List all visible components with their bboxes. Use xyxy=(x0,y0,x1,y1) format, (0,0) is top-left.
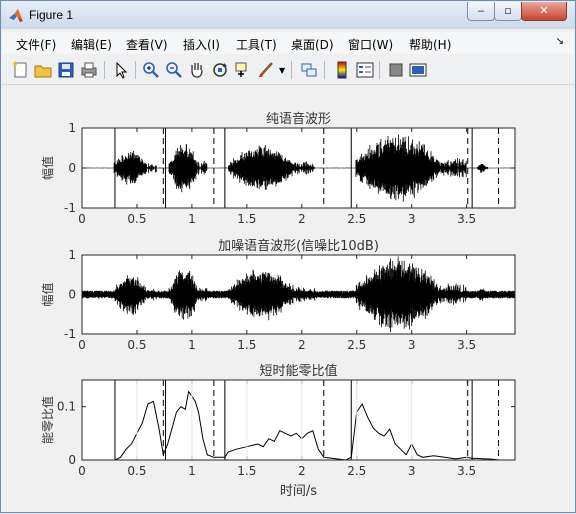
data-cursor-icon[interactable] xyxy=(233,60,253,80)
y-axis-label: 幅值 xyxy=(40,282,55,306)
new-figure-icon[interactable] xyxy=(11,60,31,80)
toolbar-separator xyxy=(135,61,136,79)
x-tick-label: 0.5 xyxy=(127,464,146,478)
close-button[interactable]: ✕ xyxy=(521,2,567,21)
menu-dock-icon[interactable]: ↘ xyxy=(556,36,564,47)
plot-title: 加噪语音波形(信噪比10dB) xyxy=(218,238,379,254)
link-icon[interactable] xyxy=(299,60,319,80)
y-tick-label: 0.1 xyxy=(57,400,76,414)
plots-svg: 纯语音波形幅值0 0.5 1 1.5 2 2.5 3 3.5-101加噪语音波形(信噪比10d… xyxy=(40,111,516,499)
x-tick-label: 3 xyxy=(408,338,416,352)
menu-bar: 文件(F) 编辑(E) 查看(V) 插入(I) 工具(T) 桌面(D) 窗口(W… xyxy=(2,32,574,54)
x-tick-label: 2 xyxy=(298,338,306,352)
x-tick-label: 2.5 xyxy=(347,338,366,352)
minimize-icon: ‒ xyxy=(477,4,485,17)
save-icon[interactable] xyxy=(56,60,76,80)
x-tick-label: 0 xyxy=(78,464,86,478)
x-tick-label: 0 xyxy=(78,338,86,352)
x-tick-label: 1.5 xyxy=(237,464,256,478)
zoom-out-icon[interactable] xyxy=(164,60,184,80)
colorbar-icon[interactable] xyxy=(332,60,352,80)
pan-icon[interactable] xyxy=(187,60,207,80)
plot-title: 短时能零比值 xyxy=(259,363,337,379)
y-tick-label: 1 xyxy=(68,121,76,135)
y-axis-label: 能零比值 xyxy=(40,396,55,444)
toolbar: ▼ xyxy=(2,56,574,85)
x-tick-label: 1 xyxy=(188,212,196,226)
rotate-icon[interactable] xyxy=(210,60,230,80)
open-icon[interactable] xyxy=(33,60,53,80)
show-plot-tools-icon[interactable] xyxy=(408,60,428,80)
x-tick-label: 1.5 xyxy=(237,338,256,352)
y-tick-label: -1 xyxy=(64,201,76,215)
matlab-logo-icon xyxy=(9,9,23,22)
toolbar-separator xyxy=(379,61,380,79)
pointer-icon[interactable] xyxy=(111,60,131,80)
x-tick-label: 3 xyxy=(408,464,416,478)
x-tick-label: 3.5 xyxy=(457,212,476,226)
maximize-icon: ▫ xyxy=(504,4,512,17)
close-icon: ✕ xyxy=(539,4,549,17)
menu-window[interactable]: 窗口(W) xyxy=(348,36,393,53)
menu-desktop[interactable]: 桌面(D) xyxy=(291,36,334,53)
x-tick-label: 2 xyxy=(298,212,306,226)
x-tick-label: 3.5 xyxy=(457,338,476,352)
y-tick-label: -1 xyxy=(64,327,76,341)
x-tick-label: 0.5 xyxy=(127,212,146,226)
y-tick-label: 1 xyxy=(68,248,76,262)
menu-help[interactable]: 帮助(H) xyxy=(409,36,451,53)
x-tick-label: 0.5 xyxy=(127,338,146,352)
toolbar-separator xyxy=(324,61,325,79)
x-axis-label: 时间/s xyxy=(280,484,317,499)
x-tick-label: 1 xyxy=(188,338,196,352)
x-tick-label: 2.5 xyxy=(347,212,366,226)
hide-plot-tools-icon[interactable] xyxy=(386,60,406,80)
menu-insert[interactable]: 插入(I) xyxy=(183,36,220,53)
brush-dropdown-icon[interactable]: ▼ xyxy=(279,66,285,75)
plot-title: 纯语音波形 xyxy=(266,111,331,127)
toolbar-separator xyxy=(291,61,292,79)
y-tick-label: 0 xyxy=(68,453,76,467)
y-tick-label: 0 xyxy=(68,288,76,302)
axes-background xyxy=(82,380,515,460)
minimize-button[interactable]: ‒ xyxy=(467,2,495,21)
title-bar[interactable]: Figure 1 ‒ ▫ ✕ xyxy=(1,1,575,29)
x-tick-label: 0 xyxy=(78,212,86,226)
figure-canvas: 纯语音波形 幅值 0 0.5 1 1.5 2 2.5 3 3.5 -1 0 1 加噪语音波形(信噪比10d… xyxy=(2,87,574,511)
legend-icon[interactable] xyxy=(355,60,375,80)
x-tick-label: 3 xyxy=(408,212,416,226)
x-tick-label: 2.5 xyxy=(347,464,366,478)
menu-edit[interactable]: 编辑(E) xyxy=(71,36,112,53)
y-tick-label: 0 xyxy=(68,161,76,175)
menu-tools[interactable]: 工具(T) xyxy=(236,36,277,53)
x-tick-label: 3.5 xyxy=(457,464,476,478)
window-title: Figure 1 xyxy=(29,8,74,22)
x-tick-label: 1 xyxy=(188,464,196,478)
toolbar-separator xyxy=(104,61,105,79)
x-tick-label: 2 xyxy=(298,464,306,478)
zoom-in-icon[interactable] xyxy=(141,60,161,80)
brush-icon[interactable] xyxy=(256,60,276,80)
maximize-button[interactable]: ▫ xyxy=(494,2,522,21)
x-tick-label: 1.5 xyxy=(237,212,256,226)
menu-view[interactable]: 查看(V) xyxy=(126,36,168,53)
menu-file[interactable]: 文件(F) xyxy=(16,36,56,53)
print-icon[interactable] xyxy=(79,60,99,80)
y-axis-label: 幅值 xyxy=(40,156,55,180)
figure-window: Figure 1 ‒ ▫ ✕ 文件(F) 编辑(E) 查看(V) 插入(I) 工… xyxy=(0,0,576,513)
